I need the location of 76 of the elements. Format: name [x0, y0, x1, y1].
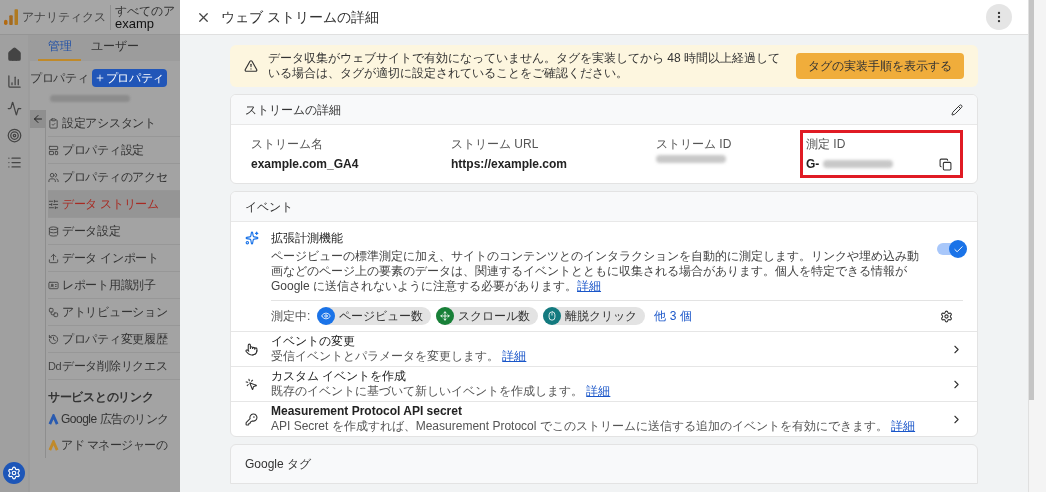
icon-text: Dd [48, 358, 59, 374]
sliders-icon [48, 198, 59, 210]
feature-description: ページビューの標準測定に加え、サイトのコンテンツとのインタラクションを自動的に測定します。リンクや埋め込み動画などのページ上の要素のデータは、関連するイベントとともに収集される場合があります。個人を特定できる情報が Google に送信されないように注意する必要があります。詳細 [271, 249, 920, 294]
plus-icon [94, 73, 105, 83]
cursor-click-icon [245, 377, 258, 391]
settings-icon[interactable] [940, 309, 953, 323]
product-name: アナリティクス [22, 9, 106, 26]
row-title: Measurement Protocol API secret [271, 404, 463, 419]
field-value: https://example.com [451, 156, 568, 173]
home-icon[interactable] [6, 47, 22, 62]
field-value: G- [806, 156, 820, 173]
event-setting-row[interactable]: イベントの変更 受信イベントとパラメータを変更します。 詳細 [231, 331, 977, 366]
warning-message: データ収集がウェブサイトで有効になっていません。タグを実装してから 48 時間以上経過している場合は、タグが適切に設定されていることをご確認ください。 [268, 51, 781, 81]
tab[interactable]: ユーザー [81, 37, 149, 61]
property-label: プロパティ [30, 70, 89, 87]
card-title: イベント [245, 198, 293, 216]
event-setting-row[interactable]: カスタム イベントを作成 既存のイベントに基づいて新しいイベントを作成します。 詳細 [231, 366, 977, 401]
more-link[interactable]: 他 3 個 [654, 307, 692, 325]
list-icon[interactable] [6, 155, 22, 170]
key-icon [245, 412, 258, 426]
sparkle-icon [245, 231, 259, 245]
account-label: すべてのア [115, 4, 175, 17]
back-button[interactable] [30, 110, 45, 128]
logo-icon [4, 9, 18, 25]
row-title: カスタム イベントを作成 [271, 369, 408, 384]
gear-icon [7, 466, 21, 480]
activity-icon[interactable] [6, 101, 22, 116]
layout-icon [48, 144, 59, 156]
create-property-button[interactable]: プロパティ [91, 69, 168, 87]
row-description: 受信イベントとパラメータを変更します。 詳細 [271, 349, 528, 364]
product-logo-icon [48, 439, 59, 451]
section-heading: サービスとのリンク [48, 389, 155, 406]
hand-pointer-icon [245, 342, 258, 356]
measuring-label: 測定中: [271, 308, 311, 325]
field-value: example.com_GA4 [251, 156, 359, 173]
database-icon [48, 225, 59, 237]
row-description: API Secret を作成すれば、Measurement Protocol でこのストリームに送信する追加のイベントを有効にできます。 詳細 [271, 419, 917, 434]
measurement-chip: 離脱クリック [543, 307, 646, 325]
link-item[interactable]: Google 広告のリンク [48, 406, 180, 432]
redacted-value [656, 155, 726, 163]
row-description: 既存のイベントに基づいて新しいイベントを作成します。 詳細 [271, 384, 612, 399]
settings-button[interactable] [3, 462, 25, 484]
feature-title: 拡張計測機能 [271, 230, 344, 247]
card-title: Google タグ [245, 456, 312, 473]
upload-icon [48, 252, 59, 264]
field-label: ストリーム名 [251, 136, 324, 153]
measurement-chip: ページビュー数 [317, 307, 432, 325]
workflow-icon [48, 306, 59, 318]
edit-icon[interactable] [951, 103, 963, 116]
people-icon [48, 171, 59, 183]
field-label: ストリーム ID [656, 136, 733, 153]
copy-icon[interactable] [939, 157, 952, 171]
field-label: 測定 ID [806, 136, 847, 153]
target-icon[interactable] [6, 128, 22, 143]
clipboard-check-icon [48, 117, 59, 129]
details-link[interactable]: 詳細 [586, 384, 611, 398]
measurement-chip: スクロール数 [436, 307, 539, 325]
card-title: ストリームの詳細 [245, 101, 341, 119]
warning-icon [244, 59, 258, 73]
product-logo-icon [48, 413, 59, 425]
check-icon [952, 243, 964, 255]
show-instructions-button[interactable]: タグの実装手順を表示する [796, 53, 964, 79]
event-setting-row[interactable]: Measurement Protocol API secret API Secret を作成すれば、Measurement Protocol でこのストリームに送信する追加のイベントを有効にできます。 詳細 [231, 401, 977, 436]
redacted-value [823, 160, 894, 168]
bar-chart-icon[interactable] [6, 74, 22, 89]
panel-title: ウェブ ストリームの詳細 [221, 7, 379, 27]
history-icon [48, 333, 59, 345]
field-label: ストリーム URL [451, 136, 540, 153]
id-card-icon [48, 279, 59, 291]
row-title: イベントの変更 [271, 334, 356, 349]
link-item[interactable]: アド マネージャーの [48, 432, 180, 458]
details-link[interactable]: 詳細 [502, 349, 527, 363]
account-name: examp [115, 16, 155, 30]
arrow-left-icon [31, 113, 44, 125]
details-link[interactable]: 詳細 [577, 279, 602, 293]
details-link[interactable]: 詳細 [891, 419, 916, 433]
